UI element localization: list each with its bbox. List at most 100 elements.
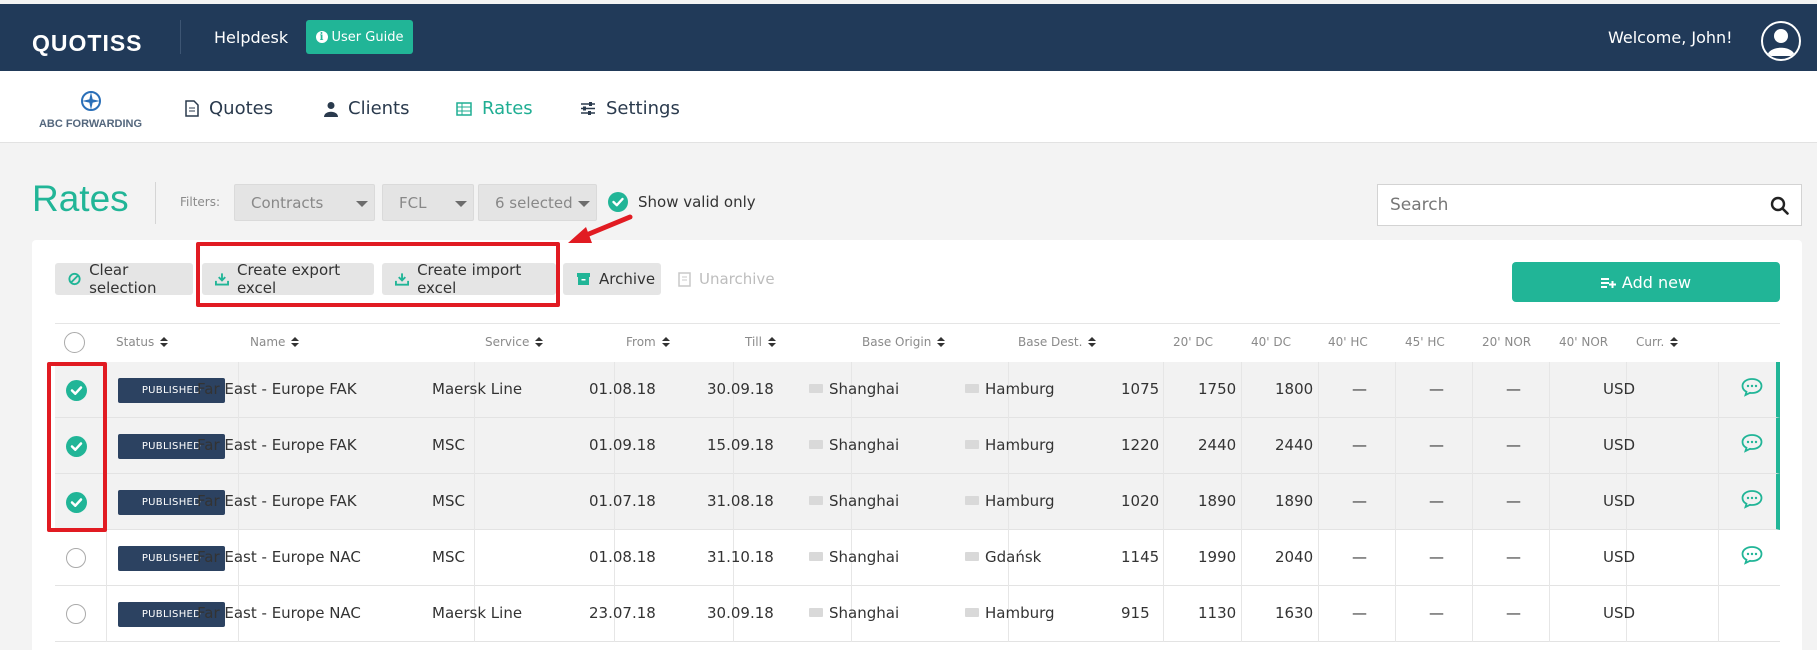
price-45hc: —: [1352, 492, 1367, 510]
column-divider: [1718, 474, 1719, 530]
currency: USD: [1603, 380, 1635, 398]
table-row[interactable]: PUBLISHED Far East - Europe FAK MSC 01.07.1…: [55, 474, 1780, 530]
comment-icon[interactable]: [1741, 377, 1763, 397]
column-header-base-origin[interactable]: Base Origin: [862, 335, 946, 349]
filter-load-type[interactable]: FCL: [382, 184, 474, 221]
table-row[interactable]: PUBLISHED Far East - Europe FAK MSC 01.09.1…: [55, 418, 1780, 474]
price-40hc: 1800: [1275, 380, 1313, 398]
clear-selection-button[interactable]: Clear selection: [55, 261, 193, 297]
column-header-from[interactable]: From: [626, 335, 670, 349]
add-new-button[interactable]: Add new: [1512, 262, 1780, 302]
base-destination: Hamburg: [965, 604, 1055, 622]
column-divider: [1549, 586, 1550, 642]
column-divider: [1318, 586, 1319, 642]
table-row[interactable]: PUBLISHED Far East - Europe NAC Maersk Lin…: [55, 586, 1780, 642]
archive-button[interactable]: Archive: [563, 263, 661, 295]
table-row[interactable]: PUBLISHED Far East - Europe NAC MSC 01.08.1…: [55, 530, 1780, 586]
column-header-status[interactable]: Status: [116, 335, 169, 349]
price-40hc-text: 1800: [1275, 380, 1314, 398]
top-bar: QUOTISS Helpdesk i User Guide Welcome, J…: [0, 4, 1817, 71]
column-header-service[interactable]: Service: [485, 335, 544, 349]
column-divider: [474, 474, 475, 530]
divider: [180, 20, 181, 54]
sort-icon: [661, 336, 670, 348]
column-divider: [1395, 418, 1396, 474]
add-list-icon: [1600, 277, 1616, 288]
column-divider: [1718, 586, 1719, 642]
column-header-till[interactable]: Till: [745, 335, 776, 349]
filter-value: FCL: [399, 193, 427, 212]
nav-item-quotes[interactable]: Quotes: [185, 98, 273, 119]
ship-icon: [809, 384, 823, 393]
column-divider: [1472, 530, 1473, 586]
document-icon: [185, 100, 199, 117]
show-valid-only-label[interactable]: Show valid only: [638, 193, 756, 211]
valid-till: 31.10.18: [707, 548, 774, 566]
nav-item-rates[interactable]: Rates: [456, 98, 533, 119]
search-icon[interactable]: [1770, 196, 1789, 215]
nav-item-label: Clients: [348, 98, 410, 119]
column-divider: [1549, 474, 1550, 530]
user-guide-button[interactable]: i User Guide: [306, 20, 413, 54]
unarchive-button[interactable]: Unarchive: [665, 263, 775, 295]
price-20dc: 1220: [1121, 436, 1159, 454]
search-input[interactable]: [1378, 185, 1758, 225]
comment-icon[interactable]: [1741, 433, 1763, 453]
welcome-text: Welcome, John!: [1608, 28, 1733, 47]
avatar[interactable]: [1761, 21, 1801, 61]
valid-from-text: 23.07.18: [589, 604, 656, 622]
price-40hc-text: 2040: [1275, 548, 1314, 566]
column-header-name[interactable]: Name: [250, 335, 300, 349]
row-select-checkbox[interactable]: [66, 548, 86, 568]
filter-contract-type[interactable]: Contracts: [234, 184, 375, 221]
ship-icon: [809, 552, 823, 561]
service-name: MSC: [432, 436, 465, 454]
select-all-checkbox[interactable]: [64, 332, 85, 353]
column-divider: [1718, 530, 1719, 586]
base-destination: Hamburg: [965, 436, 1055, 454]
sliders-icon: [581, 102, 595, 115]
column-divider: [1472, 586, 1473, 642]
price-20dc-text: 1220: [1121, 436, 1160, 454]
nav-item-label: Quotes: [209, 98, 274, 119]
base-origin: Shanghai: [809, 604, 899, 622]
service-name: MSC: [432, 492, 465, 510]
column-divider: [1718, 418, 1719, 474]
column-header-40nor[interactable]: 40' NOR: [1559, 335, 1608, 349]
column-header-40dc[interactable]: 40' DC: [1251, 335, 1291, 349]
helpdesk-link[interactable]: Helpdesk: [214, 28, 288, 47]
column-header-45hc[interactable]: 45' HC: [1405, 335, 1445, 349]
show-valid-only-checkbox[interactable]: [608, 192, 628, 212]
ship-icon: [809, 440, 823, 449]
comment-icon[interactable]: [1741, 489, 1763, 509]
column-divider: [106, 586, 107, 642]
column-header-40hc[interactable]: 40' HC: [1328, 335, 1368, 349]
valid-till-text: 15.09.18: [707, 436, 774, 454]
column-divider: [474, 418, 475, 474]
nav-item-clients[interactable]: Clients: [324, 98, 410, 119]
base-destination-text: Hamburg: [985, 436, 1055, 454]
column-header-base-dest[interactable]: Base Dest.: [1018, 335, 1097, 349]
filter-value: 6 selected: [495, 193, 573, 212]
currency: USD: [1603, 548, 1635, 566]
currency-text: USD: [1603, 604, 1636, 622]
comment-icon[interactable]: [1741, 545, 1763, 565]
row-select-checkbox[interactable]: [66, 604, 86, 624]
quotiss-logo[interactable]: QUOTISS: [32, 30, 143, 57]
rate-name: Far East - Europe FAK: [197, 380, 357, 398]
compass-logo-icon: [80, 91, 101, 111]
base-origin-text: Shanghai: [829, 548, 900, 566]
column-header-currency[interactable]: Curr.: [1636, 335, 1679, 349]
column-header-20nor[interactable]: 20' NOR: [1482, 335, 1531, 349]
column-divider: [1549, 418, 1550, 474]
company-logo[interactable]: ABC FORWARDING: [33, 90, 148, 130]
nav-item-settings[interactable]: Settings: [580, 98, 680, 119]
column-divider: [1163, 530, 1164, 586]
price-40dc-text: 1130: [1198, 604, 1237, 622]
table-row[interactable]: PUBLISHED Far East - Europe FAK Maersk Lin…: [55, 362, 1780, 418]
price-20dc: 915: [1121, 604, 1150, 622]
ship-icon: [965, 552, 979, 561]
price-40nor: —: [1506, 380, 1521, 398]
column-header-20dc[interactable]: 20' DC: [1173, 335, 1213, 349]
base-destination: Gdańsk: [965, 548, 1041, 566]
